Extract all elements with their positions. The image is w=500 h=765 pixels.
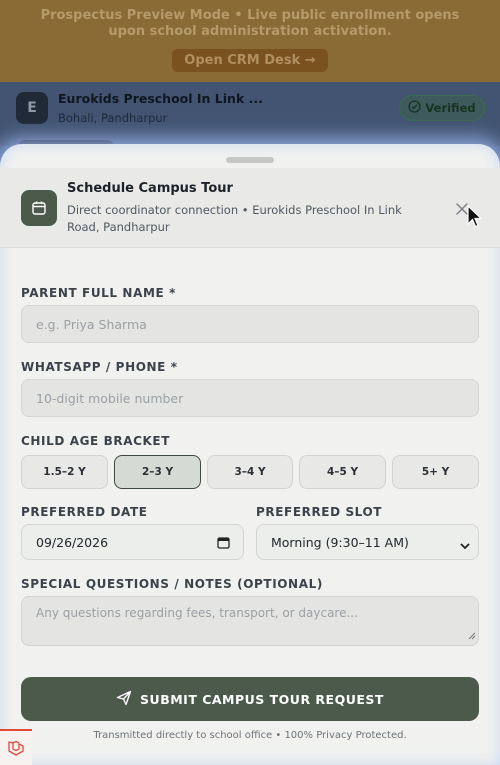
submit-label: SUBMIT CAMPUS TOUR REQUEST bbox=[140, 691, 384, 707]
preview-mode-banner: Prospectus Preview Mode • Live public en… bbox=[0, 0, 500, 82]
open-crm-desk-button[interactable]: Open CRM Desk → bbox=[172, 49, 328, 72]
resize-grip-icon[interactable] bbox=[468, 629, 476, 643]
check-circle-icon bbox=[408, 100, 422, 116]
preferred-slot-select[interactable]: Morning (9:30–11 AM) bbox=[256, 524, 479, 560]
age-option-3-4[interactable]: 3–4 Y bbox=[207, 455, 293, 489]
preferred-date-input[interactable]: 09/26/2026 bbox=[21, 524, 244, 560]
framework-logo-icon[interactable] bbox=[0, 729, 32, 765]
age-option-4-5[interactable]: 4–5 Y bbox=[299, 455, 386, 489]
preferred-slot-label: PREFERRED SLOT bbox=[256, 505, 383, 519]
parent-name-placeholder: e.g. Priya Sharma bbox=[36, 316, 147, 332]
chevron-down-icon bbox=[460, 538, 470, 553]
parent-name-input[interactable]: e.g. Priya Sharma bbox=[21, 305, 479, 343]
send-icon bbox=[116, 690, 132, 709]
drag-handle[interactable] bbox=[226, 157, 274, 163]
age-option-2-3[interactable]: 2–3 Y bbox=[114, 455, 201, 489]
privacy-note: Transmitted directly to school office • … bbox=[93, 730, 407, 741]
age-bracket-label: CHILD AGE BRACKET bbox=[21, 434, 170, 448]
campus-tour-sheet: Schedule Campus Tour Direct coordinator … bbox=[0, 144, 500, 765]
phone-input[interactable]: 10-digit mobile number bbox=[21, 379, 479, 417]
phone-placeholder: 10-digit mobile number bbox=[36, 390, 184, 406]
preview-banner-text: Prospectus Preview Mode • Live public en… bbox=[40, 8, 460, 39]
calendar-picker-icon[interactable] bbox=[217, 536, 230, 552]
modal-title: Schedule Campus Tour bbox=[67, 181, 233, 196]
preferred-slot-value: Morning (9:30–11 AM) bbox=[271, 534, 409, 550]
notes-textarea[interactable]: Any questions regarding fees, transport,… bbox=[21, 596, 479, 646]
notes-placeholder: Any questions regarding fees, transport,… bbox=[36, 606, 358, 620]
preferred-date-label: PREFERRED DATE bbox=[21, 505, 148, 519]
school-avatar: E bbox=[16, 92, 48, 124]
phone-label: WHATSAPP / PHONE * bbox=[21, 360, 178, 374]
preferred-date-value: 09/26/2026 bbox=[36, 534, 109, 550]
parent-name-label: PARENT FULL NAME * bbox=[21, 286, 176, 300]
age-option-5-plus[interactable]: 5+ Y bbox=[392, 455, 479, 489]
calendar-icon bbox=[21, 190, 57, 226]
sheet-header: Schedule Campus Tour Direct coordinator … bbox=[0, 168, 500, 248]
mouse-cursor-icon bbox=[467, 204, 483, 233]
submit-tour-request-button[interactable]: SUBMIT CAMPUS TOUR REQUEST bbox=[21, 677, 479, 721]
school-name: Eurokids Preschool In Link ... bbox=[58, 91, 263, 106]
school-location: Bohali, Pandharpur bbox=[58, 111, 168, 125]
verified-badge: Verified bbox=[399, 95, 485, 121]
notes-label: SPECIAL QUESTIONS / NOTES (OPTIONAL) bbox=[21, 577, 323, 591]
age-option-1-5-2[interactable]: 1.5–2 Y bbox=[21, 455, 108, 489]
modal-subtitle: Direct coordinator connection • Eurokids… bbox=[67, 203, 402, 234]
verified-label: Verified bbox=[425, 101, 476, 115]
